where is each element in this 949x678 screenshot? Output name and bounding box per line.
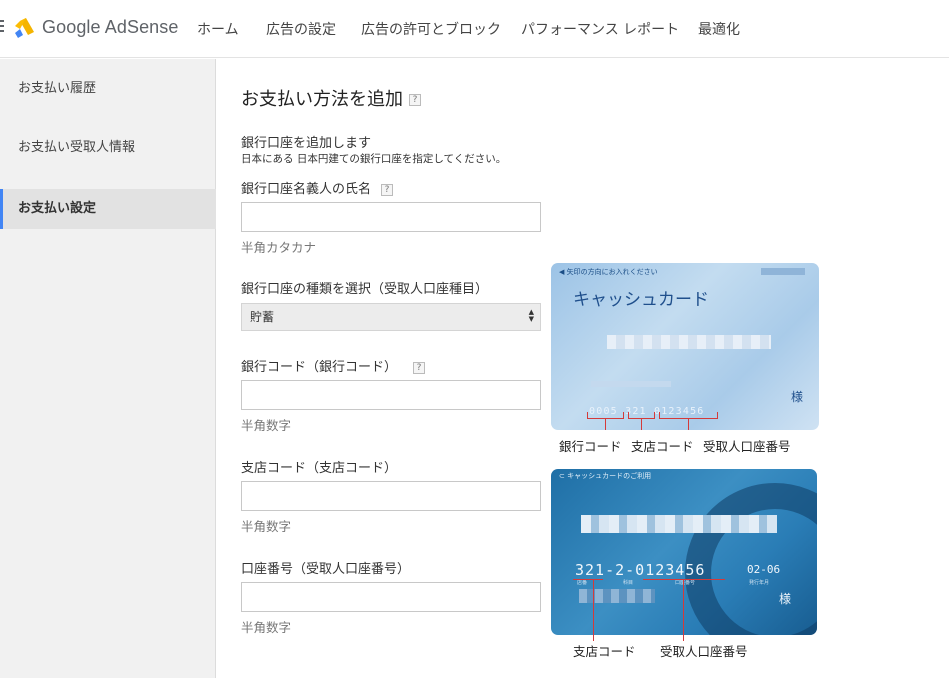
bank-code-label-text: 銀行コード（銀行コード） xyxy=(241,360,398,375)
holder-name-label: 銀行口座名義人の氏名? xyxy=(241,178,394,197)
brand-name[interactable]: Google AdSense xyxy=(42,17,179,38)
card1-caption-bank-code: 銀行コード xyxy=(559,439,622,454)
section-heading: 銀行口座を追加します xyxy=(241,136,372,151)
nav-performance-reports[interactable]: パフォーマンス レポート xyxy=(521,19,679,39)
adsense-logo-icon xyxy=(15,18,34,38)
card1-bracket-bank-l xyxy=(587,412,588,419)
card2-expiry: 02-06 xyxy=(747,563,781,576)
top-bar: Google AdSense ホーム 広告の設定 広告の許可とブロック パフォー… xyxy=(0,0,949,58)
card1-pointer-branch xyxy=(641,418,642,430)
help-icon[interactable]: ? xyxy=(409,94,421,106)
main-content: お支払い方法を追加? 銀行口座を追加します 日本にある 日本円建ての銀行口座を指… xyxy=(217,59,949,678)
card1-blur-small xyxy=(591,381,671,387)
card2-caption-branch-code: 支店コード xyxy=(573,644,636,659)
card2-label-branch-no: 店番 xyxy=(577,580,588,586)
account-type-selected-value: 貯蓄 xyxy=(250,310,275,324)
card1-pointer-account xyxy=(688,418,689,430)
card1-bracket-account-l xyxy=(659,412,660,419)
account-number-label: 口座番号（受取人口座番号） xyxy=(241,562,411,577)
card2-top-text: ⊂ キャッシュカードのご利用 xyxy=(559,472,652,480)
card2-blur-name xyxy=(581,515,777,533)
account-type-label: 銀行口座の種類を選択（受取人口座種目） xyxy=(241,282,489,297)
sidebar-item-payment-settings[interactable]: お支払い設定 xyxy=(0,189,216,229)
bank-code-input[interactable] xyxy=(241,380,541,410)
card2-top-text-label: キャッシュカードのご利用 xyxy=(567,472,652,480)
bank-code-label: 銀行コード（銀行コード）? xyxy=(241,356,426,375)
card2-label-issue-date: 発行年月 xyxy=(749,580,770,586)
card1-caption-account-number: 受取人口座番号 xyxy=(703,439,791,454)
card1-top-text-label: 矢印の方向にお入れください xyxy=(566,268,658,276)
card2-sama: 様 xyxy=(779,592,792,606)
card1-numbers: 0005 321 0123456 xyxy=(589,406,705,417)
card1-bracket-account-r xyxy=(717,412,718,419)
card1-pointer-bank xyxy=(605,418,606,430)
help-icon[interactable]: ? xyxy=(381,183,394,196)
card1-blur-name xyxy=(607,335,771,349)
card2-blur-small xyxy=(579,589,655,603)
menu-icon[interactable] xyxy=(0,20,4,34)
card2-pointer-account xyxy=(683,579,684,635)
sidebar: お支払い履歴 お支払い受取人情報 お支払い設定 xyxy=(0,59,216,678)
nav-allow-block[interactable]: 広告の許可とブロック xyxy=(361,19,501,39)
card1-bracket-branch-l xyxy=(628,412,629,419)
nav-optimization[interactable]: 最適化 xyxy=(698,19,740,39)
sidebar-item-payee-info[interactable]: お支払い受取人情報 xyxy=(0,128,216,168)
card2-bracket-account xyxy=(643,579,725,580)
section-note: 日本にある 日本円建ての銀行口座を指定してください。 xyxy=(241,153,507,165)
sidebar-item-payment-history[interactable]: お支払い履歴 xyxy=(0,69,216,109)
card1-bracket-branch-r xyxy=(654,412,655,419)
branch-code-input[interactable] xyxy=(241,481,541,511)
card2-bracket-branch xyxy=(573,579,603,580)
card2-pointer-branch xyxy=(593,579,594,635)
card2-label-type: 科目 xyxy=(623,580,634,586)
card2-circle-pattern xyxy=(685,483,817,635)
holder-name-hint: 半角カタカナ xyxy=(241,240,317,255)
account-number-hint: 半角数字 xyxy=(241,620,292,635)
card1-top-text: ◀ 矢印の方向にお入れください xyxy=(559,268,658,276)
card1-blur-top xyxy=(761,268,805,275)
card1-bracket-bank-r xyxy=(623,412,624,419)
help-icon[interactable]: ? xyxy=(413,361,426,374)
card2-label-account-no: 口座番号 xyxy=(675,580,696,586)
branch-code-hint: 半角数字 xyxy=(241,519,292,534)
card2-numbers: 321-2-0123456 xyxy=(575,561,706,579)
card1-caption-branch-code: 支店コード xyxy=(631,439,694,454)
branch-code-label: 支店コード（支店コード） xyxy=(241,461,398,476)
page-title: お支払い方法を追加? xyxy=(241,85,421,111)
holder-name-input[interactable] xyxy=(241,202,541,232)
holder-name-label-text: 銀行口座名義人の氏名 xyxy=(241,182,372,197)
card2-caption-account-number: 受取人口座番号 xyxy=(660,644,748,659)
nav-home[interactable]: ホーム xyxy=(197,19,239,39)
page-title-text: お支払い方法を追加 xyxy=(241,89,403,110)
card1-sama: 様 xyxy=(791,390,804,404)
cash-card-front-example: ◀ 矢印の方向にお入れください キャッシュカード 様 0005 321 0123… xyxy=(551,263,819,430)
card1-name: キャッシュカード xyxy=(573,290,709,310)
cash-card-back-example: ⊂ キャッシュカードのご利用 321-2-0123456 02-06 店番 科目… xyxy=(551,469,817,635)
bank-code-hint: 半角数字 xyxy=(241,418,292,433)
account-type-select[interactable]: 貯蓄 ▲ ▼ xyxy=(241,303,541,331)
select-arrows-icon: ▲ ▼ xyxy=(528,308,534,323)
account-number-input[interactable] xyxy=(241,582,541,612)
nav-ad-settings[interactable]: 広告の設定 xyxy=(266,19,336,39)
